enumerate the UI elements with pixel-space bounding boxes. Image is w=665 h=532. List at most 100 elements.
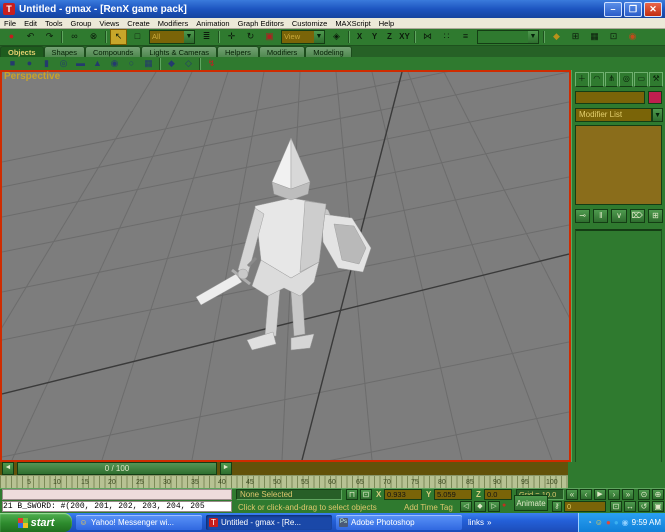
make-unique-button[interactable]: ∨ <box>611 209 626 223</box>
torus-icon[interactable]: ◎ <box>56 58 71 70</box>
hedra-icon[interactable]: ◆ <box>164 58 179 70</box>
undo-icon[interactable]: ↶ <box>22 29 39 45</box>
viewport-label[interactable]: Perspective <box>4 71 60 82</box>
show-end-result-button[interactable]: ‖ <box>593 209 608 223</box>
menu-tools[interactable]: Tools <box>41 19 67 28</box>
geosphere-icon[interactable]: ◉ <box>107 58 122 70</box>
object-name-field[interactable] <box>575 91 645 104</box>
next-frame-icon[interactable]: › <box>608 489 620 500</box>
motion-tab-icon[interactable]: ◎ <box>619 72 633 87</box>
array-icon[interactable]: ∷ <box>438 29 455 45</box>
object-color-swatch[interactable] <box>648 91 662 104</box>
chevron-down-icon[interactable]: ▼ <box>528 31 538 43</box>
menu-edit[interactable]: Edit <box>20 19 41 28</box>
grid-object-icon[interactable]: ▦ <box>141 58 156 70</box>
timeline-ruler[interactable]: 5 10 15 20 25 30 35 40 45 50 55 60 65 70… <box>0 475 568 489</box>
utilities-tab-icon[interactable]: ⚒ <box>649 72 663 87</box>
hierarchy-tab-icon[interactable]: ⋔ <box>605 72 619 87</box>
go-to-start-icon[interactable]: « <box>566 489 578 500</box>
redo-icon[interactable]: ↷ <box>41 29 58 45</box>
track-view-icon[interactable]: ◆ <box>548 29 565 45</box>
close-button[interactable]: ✕ <box>644 2 662 17</box>
menu-create[interactable]: Create <box>123 19 154 28</box>
play-icon[interactable]: ▶ <box>594 489 606 500</box>
region-select-icon[interactable]: □ <box>129 29 146 45</box>
task-gmax[interactable]: T Untitled - gmax - [Re... <box>206 515 332 530</box>
display-tab-icon[interactable]: ▭ <box>634 72 648 87</box>
macro-recorder-field[interactable] <box>2 489 232 500</box>
menu-customize[interactable]: Customize <box>288 19 331 28</box>
add-time-tag[interactable]: Add Time Tag <box>404 503 453 512</box>
chevron-down-icon[interactable]: ▼ <box>652 108 663 122</box>
restrict-xy-button[interactable]: XY <box>398 30 411 44</box>
select-by-name-icon[interactable]: ≣ <box>198 29 215 45</box>
previous-frame-icon[interactable]: ‹ <box>580 489 592 500</box>
render-scene-icon[interactable]: ⊡ <box>605 29 622 45</box>
y-field[interactable]: 5.059 <box>434 489 472 500</box>
mirror-icon[interactable]: ⋈ <box>419 29 436 45</box>
next-key-icon[interactable]: ▷ <box>488 501 500 512</box>
current-time-field[interactable]: 0 <box>564 501 606 512</box>
schematic-view-icon[interactable]: ⊞ <box>567 29 584 45</box>
modify-tab-icon[interactable]: ◠ <box>590 72 604 87</box>
tube-icon[interactable]: ○ <box>124 58 139 70</box>
cone-icon[interactable]: ▲ <box>90 58 105 70</box>
menu-group[interactable]: Group <box>67 19 96 28</box>
named-selection-dropdown[interactable]: ▼ <box>477 30 539 44</box>
menu-help[interactable]: Help <box>375 19 398 28</box>
chevron-down-icon[interactable]: ▼ <box>314 31 324 43</box>
gmax-logo-icon[interactable]: ● <box>3 29 20 45</box>
z-field[interactable]: 0.0 <box>484 489 512 500</box>
reference-coordinate-dropdown[interactable]: View ▼ <box>281 30 325 44</box>
cylinder-icon[interactable]: ▮ <box>39 58 54 70</box>
zoom-all-icon[interactable]: ⊕ <box>652 489 664 500</box>
track-left-arrow[interactable]: ◄ <box>2 462 14 475</box>
modifier-stack-list[interactable] <box>575 125 662 205</box>
chevron-down-icon[interactable]: ▼ <box>184 31 194 43</box>
tray-app-icon[interactable]: ◔ <box>587 518 592 528</box>
minimize-button[interactable]: – <box>604 2 622 17</box>
time-key-icon[interactable]: ⚷ <box>552 501 562 512</box>
tray-network-icon[interactable]: ● <box>614 518 619 528</box>
menu-maxscript[interactable]: MAXScript <box>331 19 374 28</box>
x-field[interactable]: 0.933 <box>384 489 422 500</box>
unlink-selection-icon[interactable]: ⊗ <box>85 29 102 45</box>
time-slider[interactable]: 0 / 100 <box>17 462 217 475</box>
restrict-x-button[interactable]: X <box>353 30 366 44</box>
menu-file[interactable]: File <box>0 19 20 28</box>
tray-update-icon[interactable]: ◉ <box>622 518 629 528</box>
track-right-arrow[interactable]: ► <box>220 462 232 475</box>
arc-rotate-icon[interactable]: ↺ <box>638 501 650 512</box>
line-icon[interactable]: ↯ <box>204 58 219 70</box>
pan-icon[interactable]: ↔ <box>624 501 636 512</box>
plane-icon[interactable]: ▬ <box>73 58 88 70</box>
material-editor-icon[interactable]: ▦ <box>586 29 603 45</box>
viewport-canvas[interactable] <box>2 72 569 460</box>
remove-modifier-button[interactable]: ⌦ <box>630 209 645 223</box>
ringwave-icon[interactable]: ◇ <box>181 58 196 70</box>
menu-views[interactable]: Views <box>95 19 123 28</box>
align-icon[interactable]: ≡ <box>457 29 474 45</box>
rotate-icon[interactable]: ↻ <box>242 29 259 45</box>
restrict-z-button[interactable]: Z <box>383 30 396 44</box>
menu-graph-editors[interactable]: Graph Editors <box>234 19 288 28</box>
region-zoom-icon[interactable]: ⊡ <box>610 501 622 512</box>
menu-modifiers[interactable]: Modifiers <box>154 19 192 28</box>
modifier-list-dropdown[interactable]: Modifier List ▼ <box>575 108 663 122</box>
task-photoshop[interactable]: Ps Adobe Photoshop <box>336 515 462 530</box>
select-object-icon[interactable]: ↖ <box>110 29 127 45</box>
links-toolbar[interactable]: links » <box>468 518 491 527</box>
pin-stack-button[interactable]: ⊸ <box>575 209 590 223</box>
create-tab-icon[interactable]: ＋ <box>575 72 589 87</box>
zoom-icon[interactable]: ⊙ <box>638 489 650 500</box>
animate-button[interactable]: Animate <box>514 495 548 511</box>
render-last-icon[interactable]: ◉ <box>624 29 641 45</box>
use-pivot-icon[interactable]: ◈ <box>328 29 345 45</box>
sphere-icon[interactable]: ● <box>22 58 37 70</box>
move-icon[interactable]: ✛ <box>223 29 240 45</box>
tray-status-icon[interactable]: ● <box>606 518 611 528</box>
key-filter-icon[interactable]: ● <box>502 502 506 509</box>
min-max-toggle-icon[interactable]: ▣ <box>652 501 664 512</box>
go-to-end-icon[interactable]: » <box>622 489 634 500</box>
chevron-right-icon[interactable]: » <box>487 518 491 527</box>
